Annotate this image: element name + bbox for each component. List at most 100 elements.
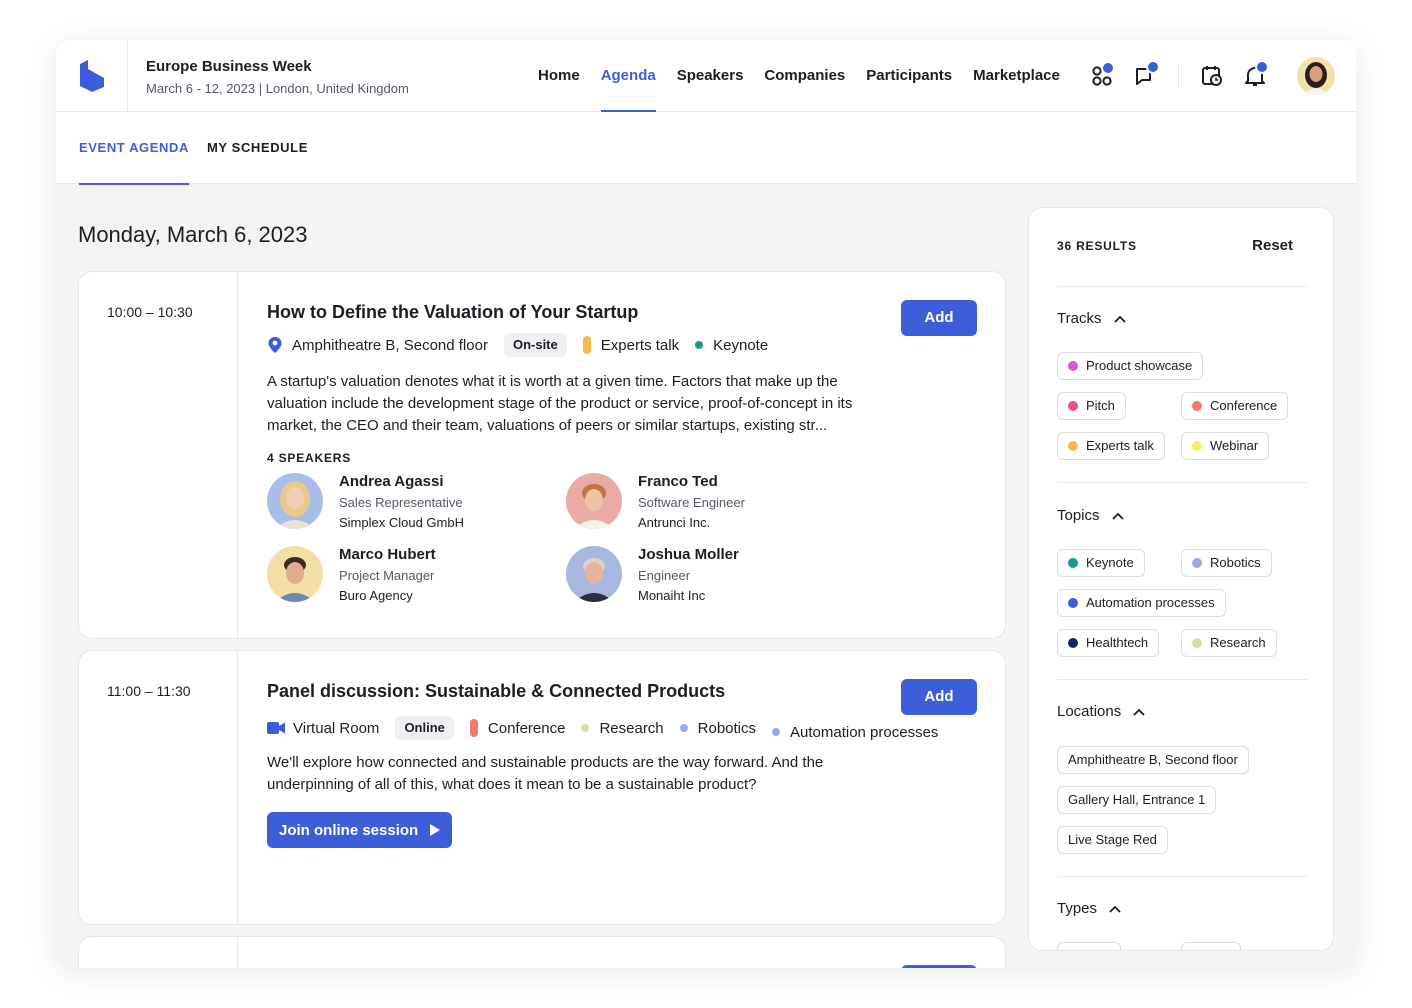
chip-dot — [1192, 638, 1202, 648]
chip-dot — [1068, 638, 1078, 648]
notification-dot — [1255, 60, 1269, 74]
session-meta: Virtual Room Online Conference Research … — [267, 712, 977, 744]
nav-speakers[interactable]: Speakers — [677, 40, 744, 112]
topic-tag: Robotics — [679, 716, 756, 740]
session-location: Virtual Room — [267, 716, 379, 740]
session-time: 11:00 – 11:30 — [107, 683, 191, 699]
speaker-item[interactable]: Marco Hubert Project Manager Buro Agency — [267, 546, 557, 606]
speaker-item[interactable]: Joshua Moller Engineer Monaiht Inc — [566, 546, 856, 606]
session-location: Amphitheatre B, Second floor — [267, 333, 488, 357]
filter-chip-automation-processes[interactable]: Automation processes — [1057, 589, 1226, 617]
filter-chip-robotics[interactable]: Robotics — [1181, 549, 1272, 577]
add-button[interactable]: Add — [901, 300, 977, 336]
filter-chip-conference[interactable]: Conference — [1181, 392, 1289, 420]
chip-dot — [1068, 558, 1078, 568]
speaker-name: Joshua Moller — [638, 546, 739, 563]
chip-dot — [1068, 598, 1078, 608]
speaker-company: Buro Agency — [339, 588, 413, 603]
filter-chip-type[interactable] — [1181, 942, 1241, 950]
filter-chip-experts-talk[interactable]: Experts talk — [1057, 432, 1165, 460]
chip-label: Experts talk — [1086, 438, 1154, 453]
filters-panel: 36 RESULTS Reset Tracks Product showcase… — [1028, 207, 1334, 951]
track-tag: Experts talk — [582, 333, 680, 357]
filter-chip-healthtech[interactable]: Healthtech — [1057, 629, 1160, 657]
session-time: 10:00 – 10:30 — [107, 304, 193, 320]
logo[interactable] — [56, 40, 128, 112]
nav-marketplace[interactable]: Marketplace — [973, 40, 1060, 112]
divider — [1057, 679, 1307, 680]
filter-chip-location[interactable]: Gallery Hall, Entrance 1 — [1057, 786, 1217, 814]
reset-button[interactable]: Reset — [1252, 237, 1293, 254]
filter-chip-keynote[interactable]: Keynote — [1057, 549, 1145, 577]
speaker-avatar — [267, 546, 323, 602]
section-label: Topics — [1057, 507, 1100, 524]
speaker-role: Software Engineer — [638, 495, 745, 510]
mode-badge: On-site — [503, 333, 567, 357]
topics-section-toggle[interactable]: Topics — [1057, 507, 1124, 524]
track-color-bar — [582, 336, 591, 354]
user-avatar[interactable] — [1297, 57, 1335, 95]
speaker-role: Sales Representative — [339, 495, 463, 510]
chat-icon[interactable] — [1134, 60, 1160, 88]
locations-section-toggle[interactable]: Locations — [1057, 703, 1146, 720]
chevron-up-icon — [1113, 315, 1126, 323]
notification-dot — [1146, 60, 1160, 74]
app-window: Europe Business Week March 6 - 12, 2023 … — [56, 40, 1356, 968]
header-divider — [1178, 64, 1179, 88]
tab-event-agenda[interactable]: EVENT AGENDA — [79, 112, 190, 185]
location-pin-icon — [268, 337, 282, 353]
chip-label: Healthtech — [1086, 635, 1149, 650]
topic-dot — [679, 724, 688, 732]
chip-label: Robotics — [1210, 555, 1261, 570]
chip-label: Research — [1210, 635, 1266, 650]
filter-chip-product-showcase[interactable]: Product showcase — [1057, 352, 1204, 380]
chip-dot — [1068, 401, 1078, 411]
bell-icon[interactable] — [1243, 60, 1269, 88]
add-button[interactable] — [901, 965, 977, 968]
event-title: Europe Business Week — [146, 58, 312, 75]
results-count: 36 RESULTS — [1057, 239, 1137, 253]
join-online-session-button[interactable]: Join online session — [267, 812, 453, 848]
nav-agenda[interactable]: Agenda — [600, 40, 656, 112]
tracks-section-toggle[interactable]: Tracks — [1057, 310, 1126, 327]
track-label: Experts talk — [600, 336, 680, 354]
nav-participants[interactable]: Participants — [866, 40, 952, 112]
nav-home[interactable]: Home — [538, 40, 580, 112]
speaker-item[interactable]: Andrea Agassi Sales Representative Simpl… — [267, 473, 557, 533]
filter-chip-pitch[interactable]: Pitch — [1057, 392, 1126, 420]
session-title[interactable]: Panel discussion: Sustainable & Connecte… — [267, 681, 977, 702]
tab-my-schedule[interactable]: MY SCHEDULE — [207, 112, 308, 184]
session-description: We'll explore how connected and sustaina… — [267, 754, 824, 793]
topic-label: Keynote — [713, 336, 769, 354]
speaker-avatar — [267, 473, 323, 529]
speaker-item[interactable]: Franco Ted Software Engineer Antrunci In… — [566, 473, 856, 533]
types-section-toggle[interactable]: Types — [1057, 900, 1121, 917]
section-label: Locations — [1057, 703, 1122, 720]
speaker-company: Monaiht Inc — [638, 588, 706, 603]
chip-label: Keynote — [1086, 555, 1134, 570]
speaker-company: Simplex Cloud GmbH — [339, 515, 464, 530]
filter-chip-type[interactable] — [1057, 942, 1121, 950]
agenda-tabs: EVENT AGENDA MY SCHEDULE — [56, 112, 1356, 185]
chevron-up-icon — [1133, 708, 1146, 716]
filter-chip-research[interactable]: Research — [1181, 629, 1277, 657]
chip-dot — [1192, 401, 1202, 411]
add-button[interactable]: Add — [901, 679, 977, 715]
chip-label: Pitch — [1086, 398, 1115, 413]
chip-dot — [1068, 441, 1078, 451]
video-camera-icon — [267, 722, 285, 734]
section-label: Tracks — [1057, 310, 1102, 327]
filter-chip-location[interactable]: Live Stage Red — [1057, 826, 1168, 854]
calendar-clock-icon[interactable] — [1200, 64, 1224, 88]
card-divider — [237, 651, 238, 924]
session-title[interactable]: How to Define the Valuation of Your Star… — [267, 302, 977, 323]
speakers-list: Andrea Agassi Sales Representative Simpl… — [267, 473, 977, 613]
topic-dot — [772, 728, 781, 736]
logo-icon — [80, 60, 104, 92]
filter-chip-webinar[interactable]: Webinar — [1181, 432, 1270, 460]
speaker-name: Franco Ted — [638, 473, 718, 490]
session-card: 11:00 – 11:30 Panel discussion: Sustaina… — [78, 650, 1006, 925]
apps-icon[interactable] — [1090, 61, 1115, 88]
nav-companies[interactable]: Companies — [764, 40, 845, 112]
filter-chip-location[interactable]: Amphitheatre B, Second floor — [1057, 746, 1249, 774]
